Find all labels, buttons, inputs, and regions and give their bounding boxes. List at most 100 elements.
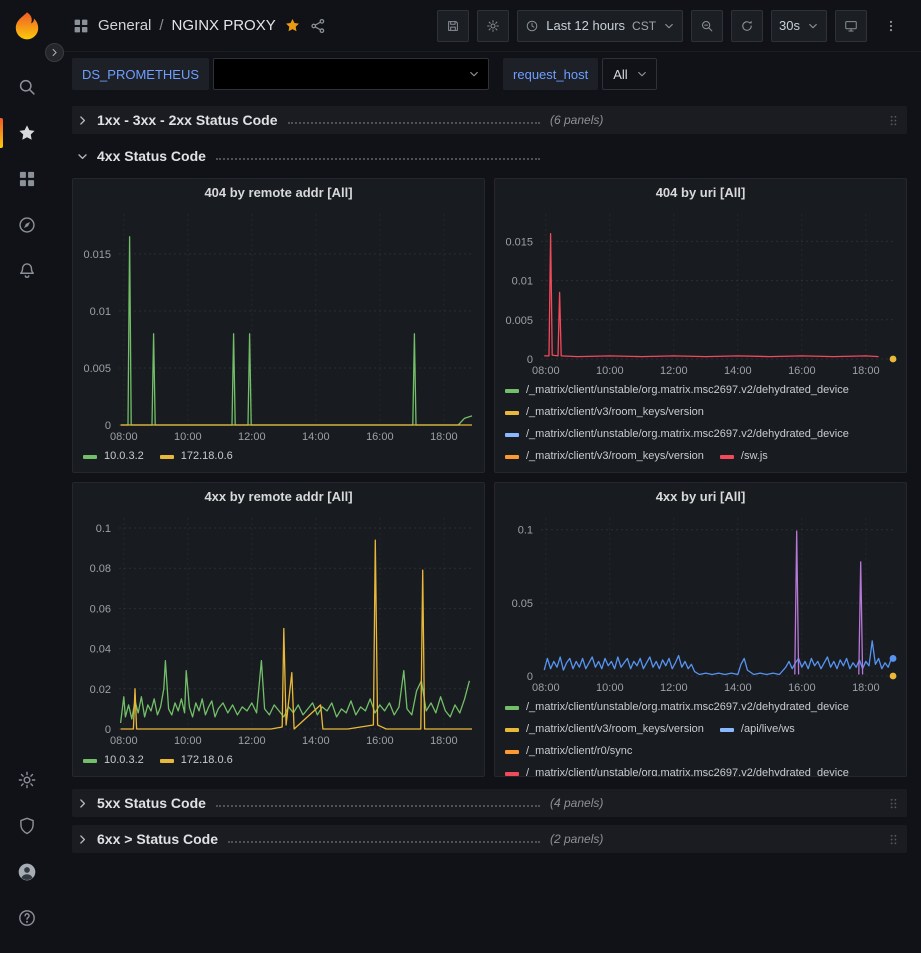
row-header-5xx[interactable]: 5xx Status Code (4 panels) xyxy=(72,789,907,817)
sidebar-item-help[interactable] xyxy=(0,895,54,941)
drag-handle-icon[interactable] xyxy=(886,113,901,128)
sidebar-item-starred[interactable] xyxy=(0,110,54,156)
legend-item[interactable]: /_matrix/client/v3/room_keys/version xyxy=(505,720,704,739)
panel-header[interactable]: 404 by uri [All] xyxy=(495,179,906,206)
svg-text:08:00: 08:00 xyxy=(110,431,138,443)
svg-text:16:00: 16:00 xyxy=(788,682,816,694)
save-icon xyxy=(446,19,460,33)
kebab-icon xyxy=(884,19,898,33)
svg-text:12:00: 12:00 xyxy=(660,682,688,694)
sidebar-item-search[interactable] xyxy=(0,64,54,110)
panel-header[interactable]: 404 by remote addr [All] xyxy=(73,179,484,206)
row-header-6xx[interactable]: 6xx > Status Code (2 panels) xyxy=(72,825,907,853)
svg-text:12:00: 12:00 xyxy=(238,735,266,747)
legend-item[interactable]: /_matrix/client/unstable/org.matrix.msc2… xyxy=(505,698,849,717)
row-dots xyxy=(288,122,540,124)
search-icon xyxy=(17,77,37,97)
svg-text:0.06: 0.06 xyxy=(90,603,111,615)
breadcrumb-title[interactable]: NGINX PROXY xyxy=(172,17,276,34)
dashboard-settings-button[interactable] xyxy=(477,10,509,42)
panel-legend: 10.0.3.2 172.18.0.6 xyxy=(73,749,484,776)
legend-item[interactable]: 172.18.0.6 xyxy=(160,751,233,770)
legend-swatch xyxy=(160,759,174,763)
legend-item[interactable]: /_matrix/client/unstable/org.matrix.msc2… xyxy=(505,764,849,776)
sidebar-item-settings[interactable] xyxy=(0,757,54,803)
sidebar-item-dashboards[interactable] xyxy=(0,156,54,202)
main-area: General / NGINX PROXY Last 12 hours CST … xyxy=(54,0,921,953)
time-series-plot[interactable]: 00.0050.010.01508:0010:0012:0014:0016:00… xyxy=(73,206,484,445)
legend-item[interactable]: /_matrix/client/v3/room_keys/version xyxy=(505,447,704,466)
svg-text:0.015: 0.015 xyxy=(505,236,533,248)
svg-text:14:00: 14:00 xyxy=(302,431,330,443)
legend-item[interactable]: /_matrix/client/unstable/org.matrix.msc2… xyxy=(505,381,849,400)
dashboard-submenu: DS_PROMETHEUS request_host All xyxy=(54,52,921,98)
save-dashboard-button[interactable] xyxy=(437,10,469,42)
panel-header[interactable]: 4xx by uri [All] xyxy=(495,483,906,510)
svg-text:08:00: 08:00 xyxy=(532,682,560,694)
clock-icon xyxy=(525,19,539,33)
time-range-picker[interactable]: Last 12 hours CST xyxy=(517,10,683,42)
cycle-view-button[interactable] xyxy=(835,10,867,42)
legend-swatch xyxy=(505,455,519,459)
legend-swatch xyxy=(160,455,174,459)
favorite-star-icon[interactable] xyxy=(284,17,301,34)
svg-text:08:00: 08:00 xyxy=(110,735,138,747)
share-icon[interactable] xyxy=(309,17,327,35)
legend-swatch xyxy=(505,706,519,710)
sidebar-item-explore[interactable] xyxy=(0,202,54,248)
drag-handle-icon[interactable] xyxy=(886,832,901,847)
svg-text:18:00: 18:00 xyxy=(852,682,880,694)
chevron-right-icon xyxy=(76,114,89,127)
row-dots xyxy=(216,158,540,160)
sidebar-expand-button[interactable] xyxy=(45,43,64,62)
grafana-logo[interactable] xyxy=(11,10,43,42)
breadcrumb-section[interactable]: General xyxy=(98,17,151,34)
time-series-plot[interactable]: 00.0050.010.01508:0010:0012:0014:0016:00… xyxy=(495,206,906,379)
row-header-1xx-3xx-2xx[interactable]: 1xx - 3xx - 2xx Status Code (6 panels) xyxy=(72,106,907,134)
zoom-out-button[interactable] xyxy=(691,10,723,42)
legend-item[interactable]: 10.0.3.2 xyxy=(83,447,144,466)
legend-item[interactable]: /_matrix/client/v3/room_keys/version xyxy=(505,403,704,422)
chevron-down-icon xyxy=(636,68,648,80)
legend-item[interactable]: 172.18.0.6 xyxy=(160,447,233,466)
dashboard-canvas: 1xx - 3xx - 2xx Status Code (6 panels) 4… xyxy=(54,98,921,953)
row-header-4xx[interactable]: 4xx Status Code xyxy=(72,142,907,170)
legend-swatch xyxy=(720,455,734,459)
kebab-menu-button[interactable] xyxy=(875,10,907,42)
panel-title-text: 4xx by remote addr [All] xyxy=(204,489,352,504)
legend-item[interactable]: /_matrix/client/unstable/org.matrix.msc2… xyxy=(505,425,849,444)
panel-404-by-remote-addr: 404 by remote addr [All] 00.0050.010.015… xyxy=(72,178,485,473)
svg-text:0.01: 0.01 xyxy=(512,276,533,288)
dashboards-grid-icon xyxy=(17,169,37,189)
svg-text:14:00: 14:00 xyxy=(724,365,752,377)
svg-text:10:00: 10:00 xyxy=(596,682,624,694)
time-series-plot[interactable]: 00.050.108:0010:0012:0014:0016:0018:00 xyxy=(495,510,906,696)
legend-item[interactable]: /sw.js xyxy=(720,447,768,466)
legend-item[interactable]: 10.0.3.2 xyxy=(83,751,144,770)
panel-header[interactable]: 4xx by remote addr [All] xyxy=(73,483,484,510)
request-host-picker[interactable]: All xyxy=(602,58,656,90)
sidebar-item-alerting[interactable] xyxy=(0,248,54,294)
datasource-picker[interactable] xyxy=(213,58,489,90)
refresh-button[interactable] xyxy=(731,10,763,42)
svg-text:0.04: 0.04 xyxy=(90,644,111,656)
avatar xyxy=(17,862,37,882)
sidebar-item-profile[interactable] xyxy=(0,849,54,895)
legend-item[interactable]: /api/live/ws xyxy=(720,720,795,739)
gear-icon xyxy=(486,19,500,33)
row-title: 6xx > Status Code xyxy=(97,831,218,847)
svg-text:0.1: 0.1 xyxy=(96,523,111,535)
shield-icon xyxy=(17,816,37,836)
chevron-down-icon xyxy=(468,68,480,80)
svg-text:18:00: 18:00 xyxy=(430,735,458,747)
legend-item[interactable]: /_matrix/client/r0/sync xyxy=(505,742,632,761)
panel-legend: /_matrix/client/unstable/org.matrix.msc2… xyxy=(495,379,906,472)
time-series-plot[interactable]: 00.020.040.060.080.108:0010:0012:0014:00… xyxy=(73,510,484,749)
svg-text:0.02: 0.02 xyxy=(90,684,111,696)
panel-title-text: 4xx by uri [All] xyxy=(656,489,746,504)
sidebar-item-server-admin[interactable] xyxy=(0,803,54,849)
svg-text:14:00: 14:00 xyxy=(302,735,330,747)
refresh-interval-picker[interactable]: 30s xyxy=(771,10,827,42)
monitor-icon xyxy=(844,19,858,33)
drag-handle-icon[interactable] xyxy=(886,796,901,811)
